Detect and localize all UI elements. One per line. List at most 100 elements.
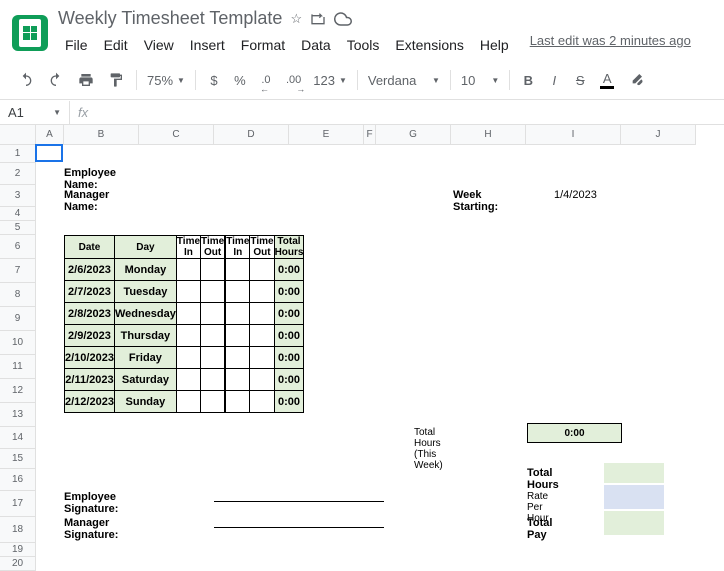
name-box[interactable]: A1▼ <box>0 101 70 124</box>
date-cell[interactable]: 2/6/2023 <box>65 259 115 281</box>
col-header-h[interactable]: H <box>451 125 526 145</box>
document-title[interactable]: Weekly Timesheet Template <box>58 8 282 29</box>
sheets-logo[interactable] <box>12 15 48 51</box>
col-header-c[interactable]: C <box>139 125 214 145</box>
time-in-cell-2[interactable] <box>226 325 250 347</box>
col-header-g[interactable]: G <box>376 125 451 145</box>
col-header-j[interactable]: J <box>621 125 696 145</box>
row-header-17[interactable]: 17 <box>0 491 36 517</box>
cloud-icon[interactable] <box>334 10 352 28</box>
time-out-cell-1[interactable] <box>201 369 225 391</box>
time-out-cell-1[interactable] <box>201 259 225 281</box>
text-color-button[interactable]: A <box>594 67 620 93</box>
menu-extensions[interactable]: Extensions <box>388 33 470 57</box>
total-cell[interactable]: 0:00 <box>274 303 304 325</box>
menu-help[interactable]: Help <box>473 33 516 57</box>
col-header-e[interactable]: E <box>289 125 364 145</box>
row-header-6[interactable]: 6 <box>0 235 36 259</box>
day-cell[interactable]: Saturday <box>114 369 176 391</box>
time-out-cell-2[interactable] <box>250 325 274 347</box>
day-cell[interactable]: Friday <box>114 347 176 369</box>
increase-decimal-button[interactable]: .00→ <box>280 67 307 93</box>
time-in-cell-2[interactable] <box>226 259 250 281</box>
time-out-cell-2[interactable] <box>250 369 274 391</box>
time-in-cell-1[interactable] <box>176 259 200 281</box>
row-header-12[interactable]: 12 <box>0 379 36 403</box>
select-all-corner[interactable] <box>0 125 36 145</box>
time-in-cell-2[interactable] <box>226 303 250 325</box>
time-in-cell-2[interactable] <box>226 281 250 303</box>
time-in-cell-1[interactable] <box>176 303 200 325</box>
number-format-select[interactable]: 123▼ <box>309 71 351 90</box>
time-out-cell-1[interactable] <box>201 347 225 369</box>
day-cell[interactable]: Sunday <box>114 391 176 413</box>
zoom-select[interactable]: 75%▼ <box>143 71 189 90</box>
menu-data[interactable]: Data <box>294 33 338 57</box>
row-header-18[interactable]: 18 <box>0 517 36 543</box>
time-out-cell-2[interactable] <box>250 259 274 281</box>
move-icon[interactable] <box>310 11 326 27</box>
time-in-cell-1[interactable] <box>176 347 200 369</box>
strikethrough-button[interactable]: S <box>568 67 592 93</box>
row-header-3[interactable]: 3 <box>0 185 36 207</box>
time-in-cell-1[interactable] <box>176 281 200 303</box>
paint-format-button[interactable] <box>102 67 130 93</box>
star-icon[interactable]: ☆ <box>290 11 302 27</box>
time-out-cell-1[interactable] <box>201 325 225 347</box>
italic-button[interactable]: I <box>542 67 566 93</box>
time-out-cell-2[interactable] <box>250 281 274 303</box>
menu-tools[interactable]: Tools <box>340 33 387 57</box>
time-out-cell-1[interactable] <box>201 281 225 303</box>
print-button[interactable] <box>72 67 100 93</box>
row-header-9[interactable]: 9 <box>0 307 36 331</box>
row-header-13[interactable]: 13 <box>0 403 36 427</box>
time-in-cell-1[interactable] <box>176 391 200 413</box>
time-in-cell-1[interactable] <box>176 325 200 347</box>
total-cell[interactable]: 0:00 <box>274 347 304 369</box>
col-header-d[interactable]: D <box>214 125 289 145</box>
time-out-cell-1[interactable] <box>201 303 225 325</box>
total-cell[interactable]: 0:00 <box>274 325 304 347</box>
total-cell[interactable]: 0:00 <box>274 281 304 303</box>
menu-edit[interactable]: Edit <box>97 33 135 57</box>
time-out-cell-1[interactable] <box>201 391 225 413</box>
date-cell[interactable]: 2/8/2023 <box>65 303 115 325</box>
font-select[interactable]: Verdana▼ <box>364 71 444 90</box>
row-header-5[interactable]: 5 <box>0 221 36 235</box>
col-header-b[interactable]: B <box>64 125 139 145</box>
row-header-15[interactable]: 15 <box>0 449 36 469</box>
row-header-7[interactable]: 7 <box>0 259 36 283</box>
grid-area[interactable]: Employee Name: Manager Name: Week Starti… <box>36 145 724 571</box>
bold-button[interactable]: B <box>516 67 540 93</box>
menu-file[interactable]: File <box>58 33 95 57</box>
undo-button[interactable] <box>12 67 40 93</box>
date-cell[interactable]: 2/7/2023 <box>65 281 115 303</box>
col-header-a[interactable]: A <box>36 125 64 145</box>
row-header-10[interactable]: 10 <box>0 331 36 355</box>
date-cell[interactable]: 2/9/2023 <box>65 325 115 347</box>
row-header-20[interactable]: 20 <box>0 557 36 571</box>
col-header-f[interactable]: F <box>364 125 376 145</box>
last-edit-link[interactable]: Last edit was 2 minutes ago <box>530 33 691 57</box>
menu-view[interactable]: View <box>137 33 181 57</box>
row-header-19[interactable]: 19 <box>0 543 36 557</box>
total-cell[interactable]: 0:00 <box>274 391 304 413</box>
formula-bar[interactable] <box>96 100 724 124</box>
time-in-cell-2[interactable] <box>226 391 250 413</box>
time-in-cell-2[interactable] <box>226 347 250 369</box>
date-cell[interactable]: 2/12/2023 <box>65 391 115 413</box>
percent-button[interactable]: % <box>228 67 252 93</box>
time-in-cell-2[interactable] <box>226 369 250 391</box>
menu-insert[interactable]: Insert <box>183 33 232 57</box>
row-header-14[interactable]: 14 <box>0 427 36 449</box>
menu-format[interactable]: Format <box>234 33 292 57</box>
date-cell[interactable]: 2/11/2023 <box>65 369 115 391</box>
day-cell[interactable]: Thursday <box>114 325 176 347</box>
row-header-16[interactable]: 16 <box>0 469 36 491</box>
row-header-2[interactable]: 2 <box>0 163 36 185</box>
total-cell[interactable]: 0:00 <box>274 259 304 281</box>
total-cell[interactable]: 0:00 <box>274 369 304 391</box>
time-out-cell-2[interactable] <box>250 391 274 413</box>
col-header-i[interactable]: I <box>526 125 621 145</box>
row-header-11[interactable]: 11 <box>0 355 36 379</box>
